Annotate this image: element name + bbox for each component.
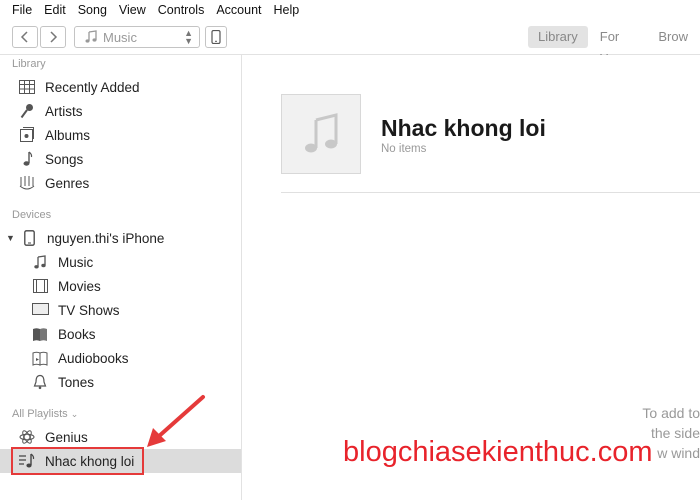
annotation-arrow xyxy=(147,395,205,447)
watermark-text: blogchiasekienthuc.com xyxy=(343,436,653,468)
